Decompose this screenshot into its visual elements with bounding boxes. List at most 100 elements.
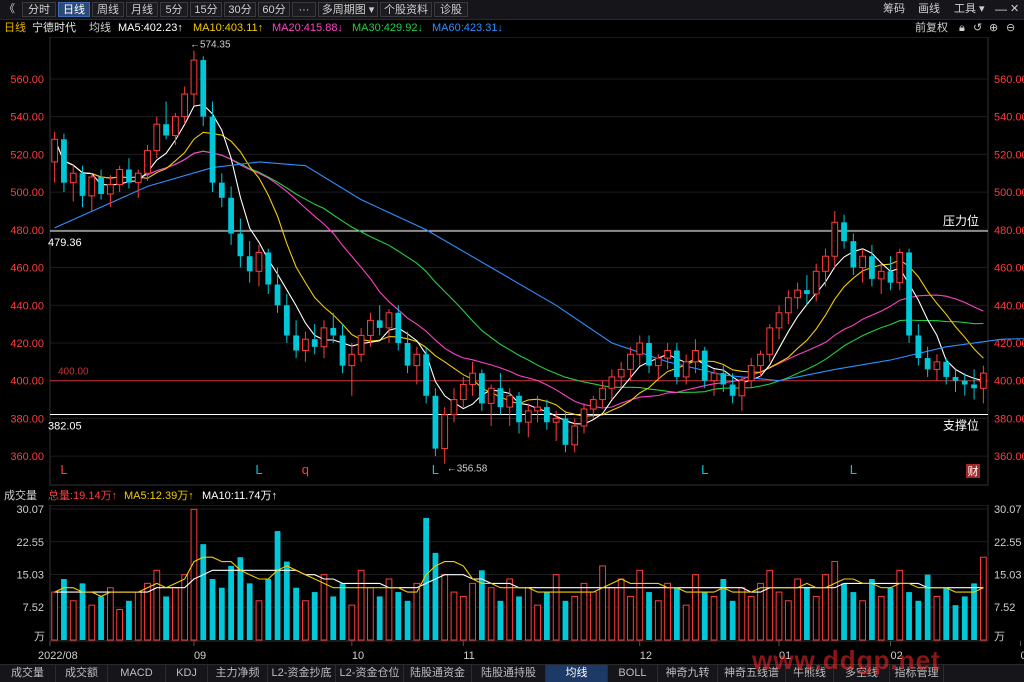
tab-4[interactable]: 主力净频 bbox=[208, 665, 268, 682]
volume-chart[interactable]: 30.07 30.07 22.55 22.55 15.03 15.03 7.52 7.52 万 万… bbox=[0, 505, 1024, 664]
y-tick-label-right: 360.00 bbox=[994, 451, 1024, 463]
undo-icon[interactable]: ↺ bbox=[973, 19, 982, 37]
chip-button[interactable]: 筹码 bbox=[883, 2, 905, 17]
zoom-in-icon[interactable]: ⊕ bbox=[989, 19, 998, 37]
volume-bar-up bbox=[784, 600, 792, 641]
candle-body-up bbox=[320, 327, 328, 348]
price-chart[interactable]: 360.00 360.00 380.00 380.00 400.00 400.00 420.… bbox=[0, 37, 1024, 487]
tab-10[interactable]: BOLL bbox=[608, 665, 658, 682]
volume-bar-up bbox=[822, 574, 829, 641]
volume-bar-down bbox=[246, 583, 253, 640]
volume-bar-up bbox=[134, 591, 142, 641]
x-tick-label: 11 bbox=[463, 650, 474, 662]
ma-header: 日线 宁德时代 均线 MA5:402.23↑ MA10:403.11↑ MA20… bbox=[0, 19, 1024, 37]
volume-bar-down bbox=[701, 592, 708, 640]
volume-bar-down bbox=[906, 592, 912, 640]
candle-body-up bbox=[896, 251, 904, 284]
volume-bar-up bbox=[450, 591, 458, 641]
candle-body-down bbox=[961, 380, 968, 385]
y-tick-label-right: 520.00 bbox=[994, 149, 1024, 161]
volume-tick-left: 22.55 bbox=[16, 537, 44, 549]
candle-body-up bbox=[441, 414, 449, 450]
candle-body-down bbox=[404, 342, 411, 366]
candle-body-down bbox=[218, 182, 225, 198]
draw-line-button[interactable]: 画线 bbox=[918, 2, 940, 17]
volume-title: 成交量 bbox=[4, 490, 37, 502]
volume-bar-down bbox=[274, 531, 281, 640]
volume-bar-down bbox=[729, 600, 736, 640]
volume-bar-down bbox=[404, 600, 411, 640]
volume-bar-up bbox=[599, 565, 606, 641]
candle-body-up bbox=[524, 410, 532, 423]
volume-bar-up bbox=[859, 600, 867, 641]
period-button-6[interactable]: 30分 bbox=[224, 2, 256, 17]
y-tick-label-right: 560.00 bbox=[994, 74, 1024, 86]
close-icon[interactable]: ✕ bbox=[1010, 2, 1019, 17]
adjust-mode[interactable]: 前复权 bbox=[915, 19, 948, 37]
tab-7[interactable]: 陆股通资金 bbox=[404, 665, 472, 682]
volume-bar-down bbox=[339, 583, 346, 640]
ma60-value: MA60:423.31↓ bbox=[432, 22, 503, 34]
volume-header: 成交量 总量:19.14万↑ MA5:12.39万↑ MA10:11.74万↑ bbox=[0, 487, 1024, 505]
tab-2[interactable]: MACD bbox=[108, 665, 166, 682]
ma30-line bbox=[54, 139, 984, 394]
y-tick-label-right: 460.00 bbox=[994, 263, 1024, 275]
volume-bar-down bbox=[924, 574, 931, 640]
volume-bar-down bbox=[98, 596, 104, 640]
candle-body-up bbox=[506, 395, 514, 408]
tab-9[interactable]: 均线 bbox=[546, 665, 608, 682]
period-button-2[interactable]: 周线 bbox=[92, 2, 124, 17]
period-button-7[interactable]: 60分 bbox=[258, 2, 290, 17]
tab-11[interactable]: 神奇九转 bbox=[658, 665, 718, 682]
zoom-out-icon[interactable]: ⊖ bbox=[1006, 19, 1015, 37]
candle-body-down bbox=[543, 407, 550, 423]
period-button-1[interactable]: 日线 bbox=[58, 2, 90, 17]
period-button-4[interactable]: 5分 bbox=[160, 2, 188, 17]
tab-3[interactable]: KDJ bbox=[166, 665, 208, 682]
tools-menu-button[interactable]: 工具 ▾ bbox=[954, 2, 985, 17]
volume-bar-up bbox=[654, 600, 662, 641]
tab-5[interactable]: L2-资金抄底 bbox=[268, 665, 336, 682]
volume-bar-down bbox=[265, 579, 272, 640]
period-button-9[interactable]: 多周期图 ▾ bbox=[318, 2, 378, 17]
candle-body-down bbox=[283, 305, 290, 336]
volume-bar-up bbox=[636, 569, 644, 641]
tab-8[interactable]: 陆股通持股 bbox=[472, 665, 546, 682]
period-button-11[interactable]: 诊股 bbox=[434, 2, 468, 17]
volume-bar-up bbox=[831, 561, 839, 641]
y-tick-label-left: 560.00 bbox=[10, 74, 44, 86]
volume-bar-up bbox=[441, 574, 449, 641]
volume-bar-down bbox=[293, 587, 299, 640]
top-toolbar: 《 分时 日线 周线 月线 5分 15分 30分 60分 ··· 多周期图 ▾ 个股资料 诊股 筹码 … bbox=[0, 0, 1024, 20]
back-icon[interactable]: 《 bbox=[4, 2, 15, 17]
indicator-name[interactable]: 均线 bbox=[89, 19, 111, 37]
ma10-value: MA10:403.11↑ bbox=[193, 22, 264, 34]
candle-body-down bbox=[237, 233, 244, 257]
tab-1[interactable]: 成交额 bbox=[56, 665, 108, 682]
candle-body-up bbox=[775, 312, 783, 329]
period-button-8[interactable]: ··· bbox=[292, 2, 316, 17]
volume-bar-up bbox=[487, 587, 495, 641]
support-label: 支撑位 bbox=[943, 418, 979, 433]
period-button-5[interactable]: 15分 bbox=[190, 2, 222, 17]
candle-body-up bbox=[469, 372, 476, 385]
volume-total: 总量:19.14万↑ bbox=[48, 490, 118, 502]
y-tick-label-left: 400.00 bbox=[10, 376, 44, 388]
high-annotation: ←574.35 bbox=[190, 40, 231, 51]
candle-body-up bbox=[357, 334, 365, 355]
tab-6[interactable]: L2-资金仓位 bbox=[336, 665, 404, 682]
period-button-3[interactable]: 月线 bbox=[126, 2, 158, 17]
candle-body-down bbox=[339, 335, 346, 366]
candle-body-up bbox=[627, 353, 634, 370]
volume-bar-down bbox=[887, 587, 894, 640]
volume-bar-up bbox=[682, 604, 690, 641]
period-button-0[interactable]: 分时 bbox=[22, 2, 56, 17]
y-tick-label-right: 540.00 bbox=[994, 112, 1024, 124]
lock-icon[interactable]: 🔒︎ bbox=[959, 19, 965, 37]
period-button-10[interactable]: 个股资料 bbox=[380, 2, 432, 17]
volume-bar-up bbox=[190, 508, 198, 641]
tab-0[interactable]: 成交量 bbox=[0, 665, 56, 682]
y-tick-label-right: 500.00 bbox=[994, 187, 1024, 199]
y-tick-label-left: 500.00 bbox=[10, 187, 44, 199]
minimize-icon[interactable]: — bbox=[995, 2, 1007, 17]
